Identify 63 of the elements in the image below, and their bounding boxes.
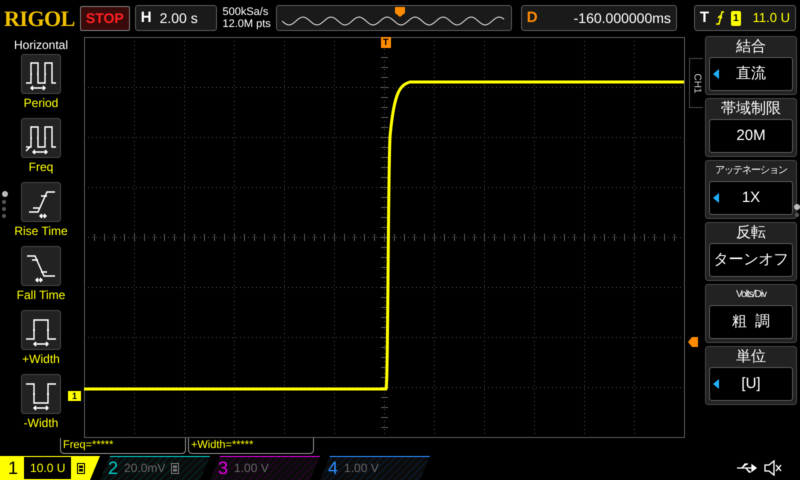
menu-value-button[interactable]: [U] (709, 367, 793, 401)
menu-value-button[interactable]: 20M (709, 119, 793, 153)
menu-item-title: アッテネーション (714, 164, 788, 178)
trigger-label: T (700, 8, 710, 28)
measure-button[interactable] (21, 182, 61, 222)
menu-value-button[interactable]: 1X (709, 181, 793, 215)
brand-logo: RIGOL (4, 4, 75, 32)
channel-tab-label: CH1 (690, 73, 703, 93)
left-arrow-icon (713, 69, 719, 79)
channel-scale: 10.0 U (24, 457, 72, 479)
measure-button[interactable] (21, 246, 61, 286)
channel-marker: 1 (68, 391, 82, 401)
channel-button[interactable]: 4 1.00 V (320, 456, 430, 480)
delay-label: D (526, 8, 538, 28)
menu-item-title: 結合 (735, 37, 767, 57)
measure-label: +Width (22, 351, 60, 368)
measure-button[interactable] (21, 54, 61, 94)
bandwidth-limit-icon (77, 462, 86, 474)
left-arrow-icon (713, 193, 719, 203)
channel-scale: 1.00 V (344, 460, 379, 477)
channel-button[interactable]: 3 1.00 V (210, 456, 320, 480)
measurement-readout: +Width=***** (188, 438, 314, 454)
measure-button[interactable] (21, 374, 61, 414)
channel-button[interactable]: 1 10.0 U (0, 456, 100, 480)
trigger-level-marker-icon (688, 337, 698, 347)
channel-number: 3 (218, 458, 228, 478)
sample-rate: 500kSa/s (222, 6, 270, 18)
channel-number: 2 (108, 458, 118, 478)
memory-depth: 12.0M pts (222, 18, 271, 30)
menu-title: Horizontal (12, 37, 70, 54)
measurement-readout: Freq=***** (60, 438, 186, 454)
measure-label: Period (24, 95, 58, 112)
menu-item-title: 反転 (735, 223, 767, 243)
trigger-source: 1 (731, 10, 741, 26)
trigger-level: 11.0 U (752, 9, 790, 28)
menu-value-button[interactable]: 粗 調 (709, 305, 793, 339)
trigger-position-marker: T (381, 37, 390, 48)
channel-number: 4 (328, 458, 338, 478)
horizontal-label: H (140, 8, 152, 28)
rising-edge-icon (715, 11, 726, 25)
channel-scale: 20.0mV (124, 460, 166, 477)
measure-label: Freq (28, 159, 54, 176)
menu-item-title: Volts/Div (735, 288, 768, 302)
channel-number: 1 (8, 458, 18, 478)
channel-button[interactable]: 2 20.0mV (100, 456, 210, 480)
menu-value-button[interactable]: 直流 (709, 57, 793, 91)
left-arrow-icon (713, 379, 719, 389)
trigger-position-icon (394, 7, 405, 17)
measure-label: Rise Time (14, 223, 68, 240)
menu-value-button[interactable]: ターンオフ (709, 243, 793, 277)
run-stop-button[interactable]: STOP (80, 6, 130, 30)
measure-label: Fall Time (16, 287, 66, 304)
mute-icon (764, 460, 782, 476)
delay-value: -160.000000ms (574, 8, 671, 28)
measure-label: -Width (24, 415, 58, 432)
bandwidth-limit-icon (171, 462, 180, 474)
channel-scale: 1.00 V (234, 460, 269, 477)
menu-item-title: 帯域制限 (720, 99, 782, 119)
measure-button[interactable] (21, 310, 61, 350)
timebase-value: 2.00 s (160, 8, 198, 28)
measure-button[interactable] (21, 118, 61, 158)
usb-icon (736, 462, 758, 474)
menu-item-title: 単位 (735, 347, 767, 367)
